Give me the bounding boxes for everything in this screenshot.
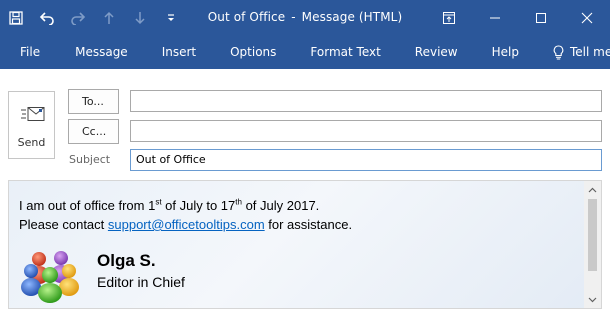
tab-options[interactable]: Options bbox=[213, 35, 293, 69]
undo-icon[interactable] bbox=[31, 0, 62, 35]
vertical-scrollbar[interactable] bbox=[584, 181, 601, 308]
outlook-message-window: Out of Office - Message (HTML) File Messag… bbox=[0, 0, 610, 319]
customize-icon[interactable] bbox=[155, 0, 186, 35]
quick-access-toolbar bbox=[0, 0, 186, 35]
subject-field[interactable]: Out of Office bbox=[130, 149, 602, 171]
redo-icon[interactable] bbox=[62, 0, 93, 35]
cc-field[interactable] bbox=[130, 120, 602, 142]
title-bar: Out of Office - Message (HTML) bbox=[0, 0, 610, 35]
tab-help[interactable]: Help bbox=[475, 35, 536, 69]
send-label: Send bbox=[17, 136, 46, 149]
window-controls bbox=[426, 0, 610, 35]
title-separator: - bbox=[291, 10, 296, 24]
to-button[interactable]: To... bbox=[68, 89, 119, 114]
signature-name: Olga S. bbox=[97, 251, 156, 270]
ribbon-display-options-icon[interactable] bbox=[426, 0, 472, 35]
message-text: I am out of office from 1st of July to 1… bbox=[19, 196, 352, 234]
scrollbar-thumb[interactable] bbox=[588, 199, 597, 271]
people-logo-icon bbox=[21, 251, 79, 303]
support-email-link[interactable]: support@officetooltips.com bbox=[108, 217, 265, 232]
message-line-1: I am out of office from 1st of July to 1… bbox=[19, 197, 320, 213]
send-icon bbox=[21, 107, 45, 121]
subject-label: Subject bbox=[69, 153, 111, 166]
tab-review[interactable]: Review bbox=[398, 35, 475, 69]
message-line-2: Please contact support@officetooltips.co… bbox=[19, 217, 353, 232]
message-body[interactable]: I am out of office from 1st of July to 1… bbox=[8, 180, 602, 309]
send-button[interactable]: Send bbox=[8, 91, 55, 159]
up-icon[interactable] bbox=[93, 0, 124, 35]
scroll-up-icon[interactable] bbox=[584, 181, 601, 198]
ribbon-tabs: File Message Insert Options Format Text … bbox=[0, 35, 610, 69]
signature-role: Editor in Chief bbox=[97, 274, 185, 290]
tab-file[interactable]: File bbox=[0, 35, 58, 69]
cc-button[interactable]: Cc... bbox=[68, 119, 119, 144]
tell-me-box[interactable]: Tell me bbox=[536, 35, 610, 69]
down-icon[interactable] bbox=[124, 0, 155, 35]
minimize-icon[interactable] bbox=[472, 0, 518, 35]
tell-me-label: Tell me bbox=[569, 45, 610, 59]
lightbulb-icon bbox=[553, 44, 564, 59]
tab-insert[interactable]: Insert bbox=[145, 35, 213, 69]
save-icon[interactable] bbox=[0, 0, 31, 35]
scroll-down-icon[interactable] bbox=[584, 291, 601, 308]
to-field[interactable] bbox=[130, 90, 602, 112]
maximize-icon[interactable] bbox=[518, 0, 564, 35]
tab-format-text[interactable]: Format Text bbox=[293, 35, 397, 69]
close-icon[interactable] bbox=[564, 0, 610, 35]
title-sub: Message (HTML) bbox=[301, 10, 403, 24]
title-main: Out of Office bbox=[207, 10, 286, 24]
tab-message[interactable]: Message bbox=[58, 35, 145, 69]
